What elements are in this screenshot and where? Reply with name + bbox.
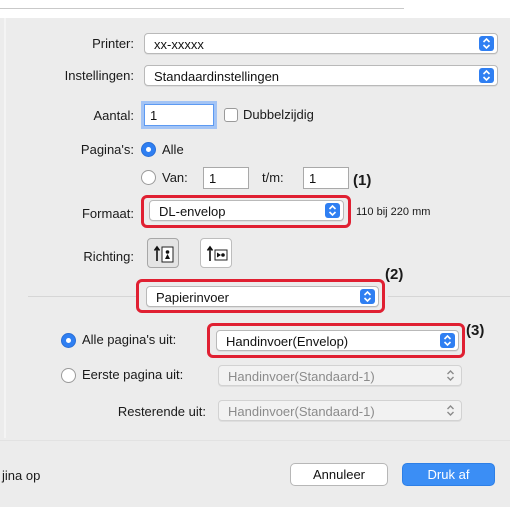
- annotation-box-1: [141, 195, 351, 228]
- presets-label: Instellingen:: [64, 68, 134, 83]
- print-button[interactable]: Druk af: [402, 463, 495, 486]
- first-page-from-select[interactable]: Handinvoer(Standaard-1): [218, 365, 462, 386]
- pages-from-label: Van:: [162, 170, 188, 185]
- pages-to-field[interactable]: 1: [303, 167, 349, 189]
- chevron-updown-icon: [443, 403, 458, 418]
- copies-field[interactable]: 1: [144, 104, 214, 126]
- remaining-from-label: Resterende uit:: [117, 404, 206, 419]
- pages-from-value: 1: [209, 171, 217, 186]
- pages-to-label: t/m:: [262, 170, 284, 185]
- all-pages-from-label: Alle pagina's uit:: [82, 332, 177, 347]
- portrait-orientation-icon: [153, 245, 174, 263]
- copies-value: 1: [150, 108, 158, 123]
- chevron-updown-icon: [443, 368, 458, 383]
- presets-select[interactable]: Standaardinstellingen: [144, 65, 498, 86]
- chevron-updown-icon: [479, 68, 494, 83]
- landscape-orientation-icon: [206, 245, 228, 261]
- pages-all-label: Alle: [162, 142, 184, 157]
- pages-label: Pagina's:: [80, 142, 134, 157]
- cancel-button[interactable]: Annuleer: [290, 463, 388, 486]
- annotation-step-3: (3): [466, 322, 485, 339]
- section-divider-right: [388, 296, 510, 297]
- all-pages-radio[interactable]: [61, 333, 76, 348]
- left-edge: [4, 18, 6, 438]
- pages-from-field[interactable]: 1: [203, 167, 249, 189]
- annotation-step-2: (2): [385, 266, 404, 283]
- top-divider: [0, 8, 404, 9]
- landscape-orientation-button[interactable]: [200, 238, 232, 268]
- two-sided-checkbox[interactable]: [224, 108, 238, 122]
- top-strip: [0, 0, 510, 18]
- first-page-from-value: Handinvoer(Standaard-1): [228, 369, 375, 384]
- remaining-from-value: Handinvoer(Standaard-1): [228, 404, 375, 419]
- annotation-box-2: [136, 279, 385, 313]
- portrait-orientation-button[interactable]: [147, 238, 179, 268]
- copies-label: Aantal:: [93, 108, 134, 123]
- print-dialog: Printer: xx-xxxxx Instellingen: Standaar…: [0, 0, 510, 507]
- annotation-step-1: (1): [353, 172, 372, 189]
- orientation-label: Richting:: [83, 249, 134, 264]
- paper-size-label: Formaat:: [81, 206, 134, 221]
- pages-all-radio[interactable]: [141, 142, 156, 157]
- footer-divider: [0, 440, 510, 441]
- two-sided-label: Dubbelzijdig: [243, 107, 314, 122]
- pages-range-radio[interactable]: [141, 170, 156, 185]
- footer-left-text: jina op: [2, 468, 41, 483]
- section-divider-left: [28, 296, 136, 297]
- chevron-updown-icon: [479, 36, 494, 51]
- printer-value: xx-xxxxx: [154, 37, 204, 52]
- first-page-from-label: Eerste pagina uit:: [82, 367, 184, 382]
- remaining-from-select[interactable]: Handinvoer(Standaard-1): [218, 400, 462, 421]
- presets-value: Standaardinstellingen: [154, 69, 280, 84]
- first-page-radio[interactable]: [61, 368, 76, 383]
- printer-select[interactable]: xx-xxxxx: [144, 33, 498, 54]
- annotation-box-3: [207, 323, 465, 358]
- pages-to-value: 1: [309, 171, 317, 186]
- paper-size-dims: 110 bij 220 mm: [356, 206, 431, 218]
- printer-label: Printer:: [92, 36, 134, 51]
